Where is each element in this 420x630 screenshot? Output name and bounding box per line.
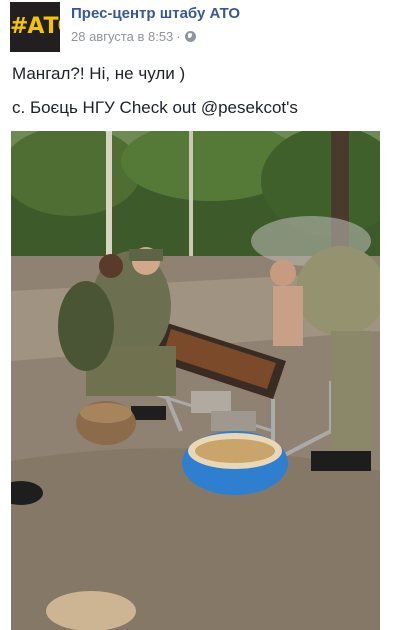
- post-timestamp[interactable]: 28 августа в 8:53: [71, 29, 173, 44]
- globe-icon[interactable]: [184, 31, 196, 42]
- post-meta: 28 августа в 8:53 ·: [71, 29, 196, 45]
- page-avatar[interactable]: #АТО: [10, 2, 60, 52]
- post-header: #АТО Прес-центр штабу АТО 28 августа в 8…: [10, 2, 410, 52]
- post-photo[interactable]: [11, 131, 380, 630]
- post-text-line-2: с. Боєць НГУ Check out @pesekcot's: [12, 98, 298, 117]
- photo-illustration: [11, 131, 380, 630]
- page-name-link[interactable]: Прес-центр штабу АТО: [71, 5, 240, 23]
- post-text-line-1: Мангал?! Ні, не чули ): [12, 64, 186, 83]
- feed-post: #АТО Прес-центр штабу АТО 28 августа в 8…: [0, 0, 420, 630]
- avatar-logo-text: #АТО: [10, 14, 60, 39]
- meta-separator: ·: [176, 29, 181, 44]
